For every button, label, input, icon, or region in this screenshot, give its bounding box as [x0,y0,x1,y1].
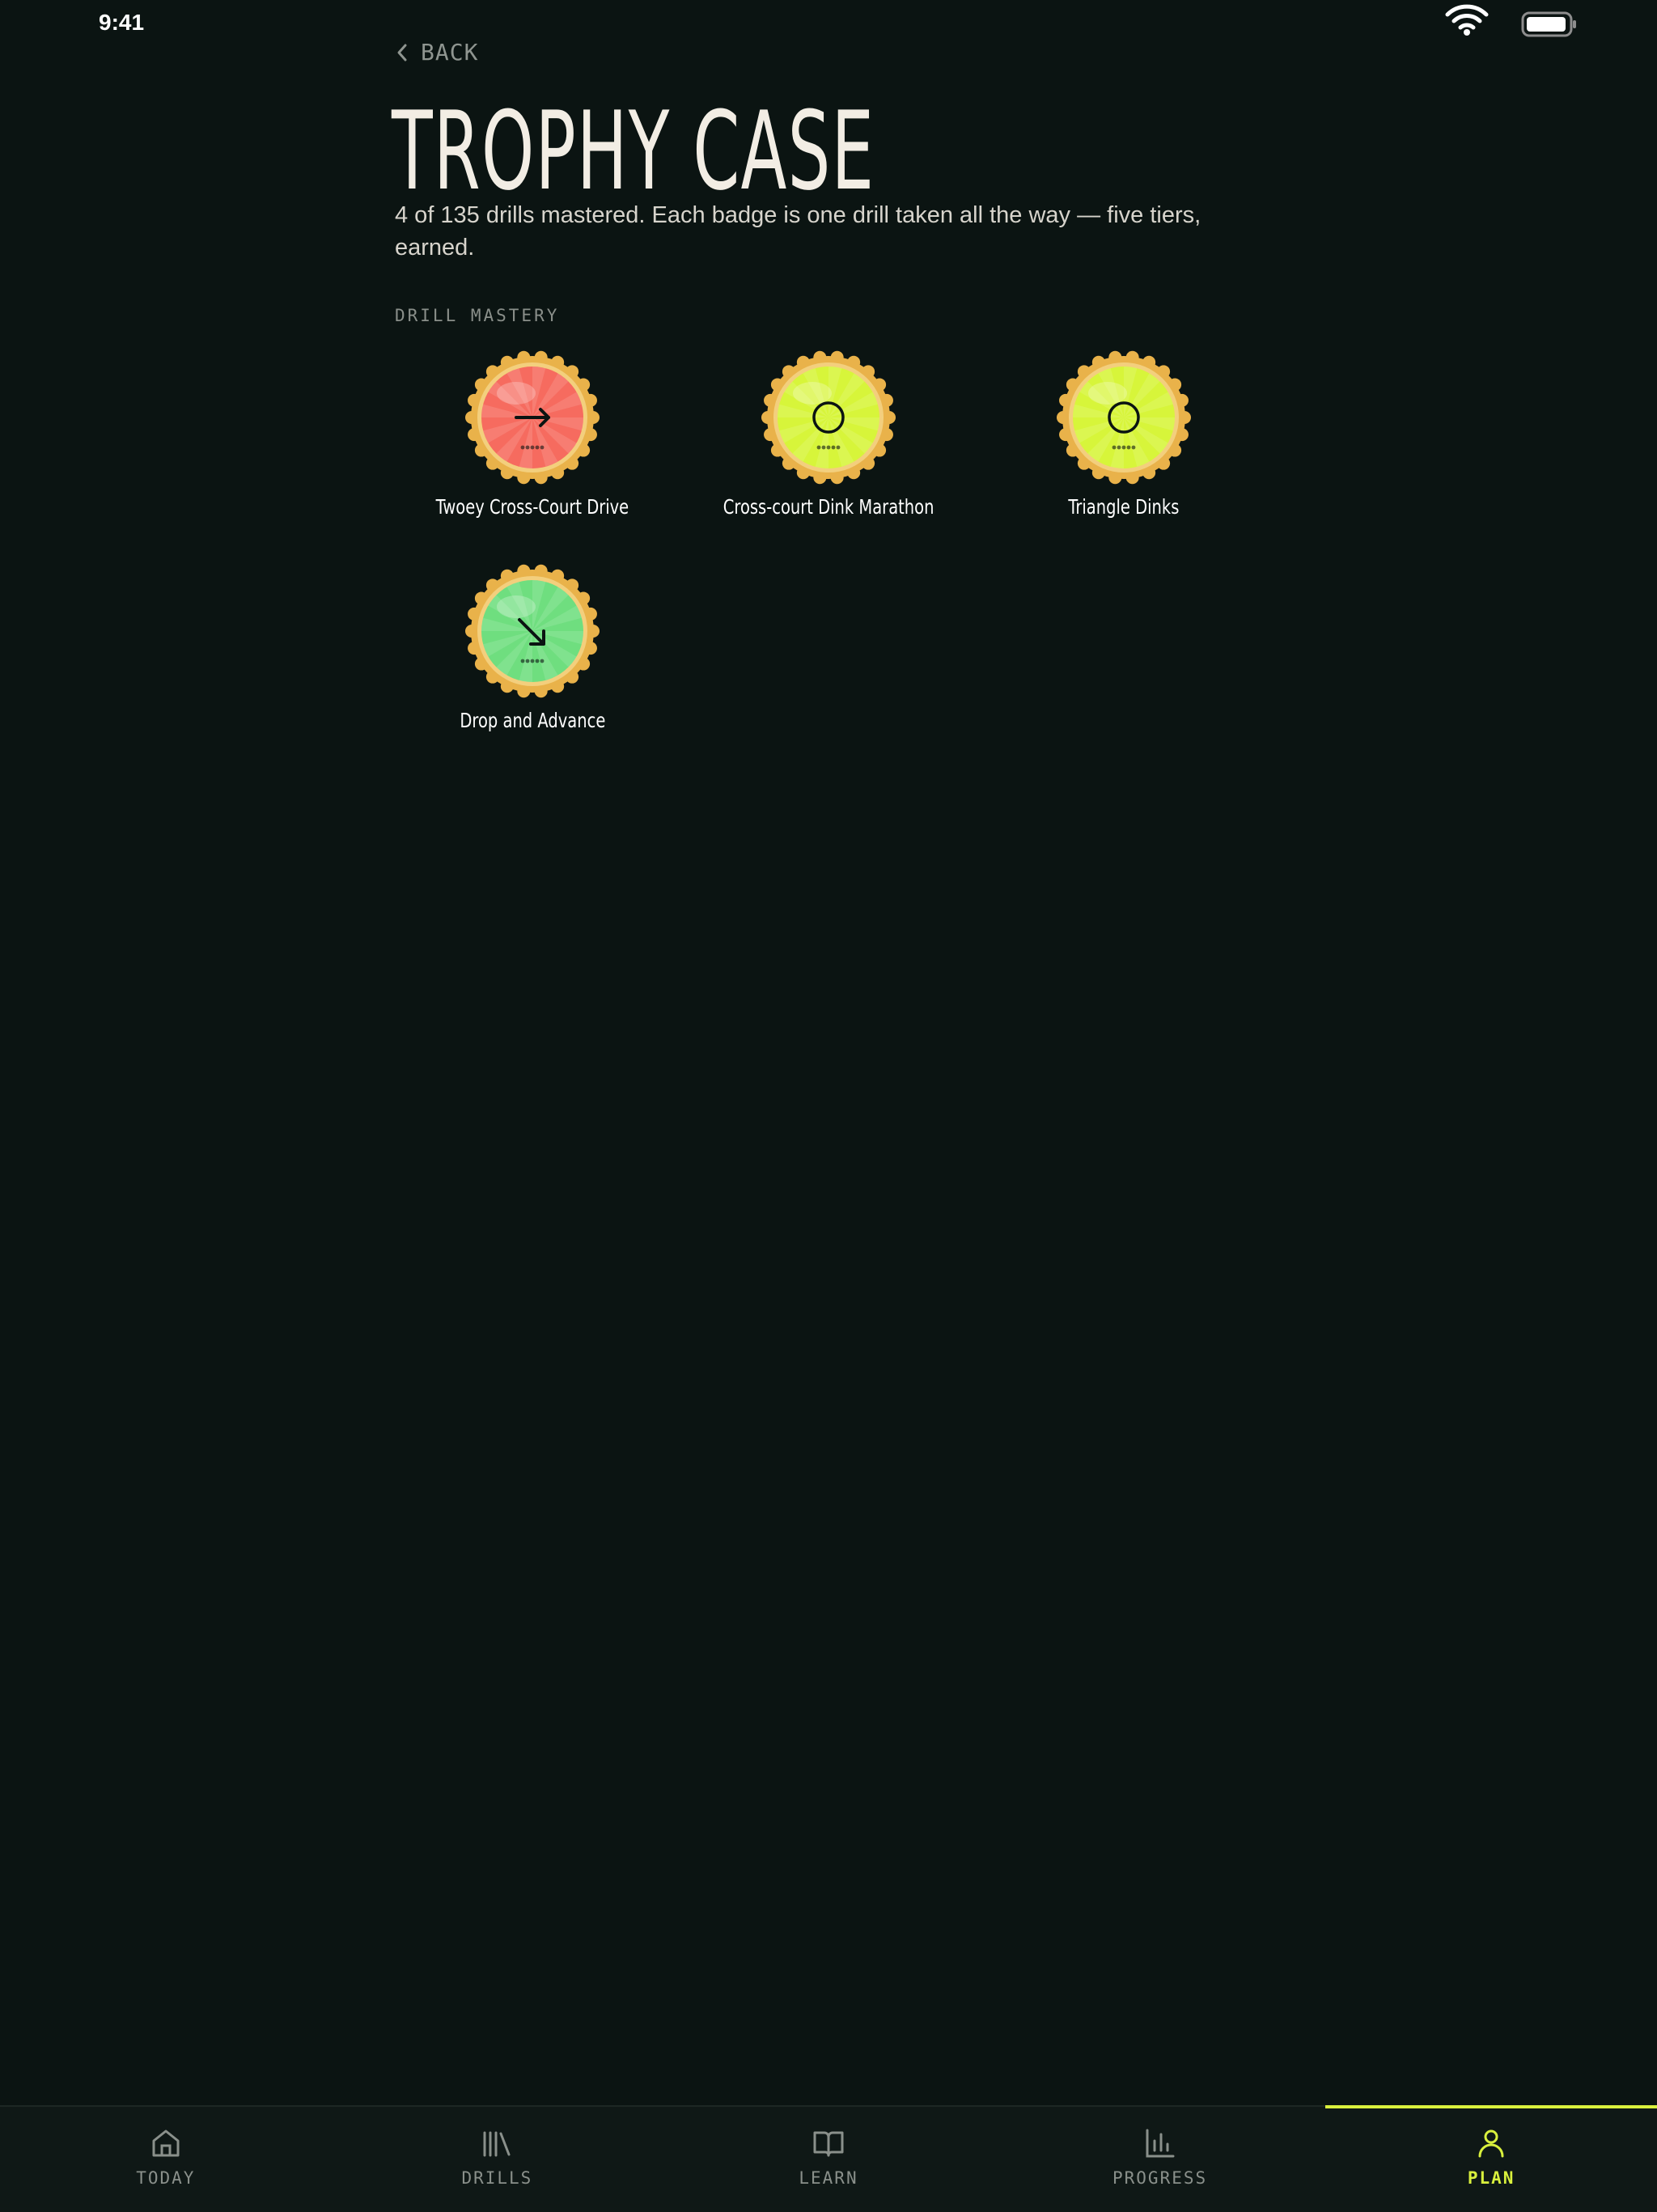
badge-label: Drop and Advance [460,709,605,732]
back-button[interactable]: BACK [395,39,478,66]
back-label: BACK [421,39,479,66]
user-icon [1478,2129,1504,2158]
library-icon [483,2131,511,2157]
tab-progress[interactable]: PROGRESS [994,2107,1326,2212]
badge-label: Triangle Dinks [1068,495,1180,519]
bar-chart-icon [1146,2129,1175,2158]
badge-3[interactable]: Drop and Advance [395,561,670,732]
home-icon [152,2129,180,2157]
badge-0[interactable]: Twoey Cross-Court Drive [395,348,670,519]
arrow-down-right-icon [465,564,600,698]
tab-learn[interactable]: LEARN [663,2107,994,2212]
chevron-left-icon [397,44,407,61]
battery-icon [1521,11,1576,37]
tab-drills[interactable]: DRILLS [332,2107,663,2212]
tab-label: LEARN [799,2168,858,2188]
status-time: 9:41 [99,10,145,35]
tab-label: TODAY [136,2168,196,2188]
tab-label: PROGRESS [1112,2168,1208,2188]
tab-label: DRILLS [461,2168,533,2188]
badge-label: Cross-court Dink Marathon [723,495,934,519]
page-title: TROPHY CASE [392,88,875,214]
wifi-icon [1445,4,1489,36]
tab-bar: TODAY DRILLS LEARN PROGRESS PLAN [0,2105,1657,2212]
badge-label: Twoey Cross-Court Drive [435,495,629,519]
tab-today[interactable]: TODAY [0,2107,332,2212]
tab-plan[interactable]: PLAN [1325,2105,1657,2212]
circle-icon [1057,350,1191,485]
status-bar: 9:41 [0,0,1657,49]
tab-label: PLAN [1467,2168,1515,2188]
arrow-right-icon [465,350,600,485]
badge-2[interactable]: Triangle Dinks [986,348,1261,519]
page-subtitle: 4 of 135 drills mastered. Each badge is … [395,202,1201,261]
circle-icon [761,350,896,485]
book-icon [813,2131,844,2157]
section-label: DRILL MASTERY [395,306,560,325]
badge-1[interactable]: Cross-court Dink Marathon [691,348,966,519]
